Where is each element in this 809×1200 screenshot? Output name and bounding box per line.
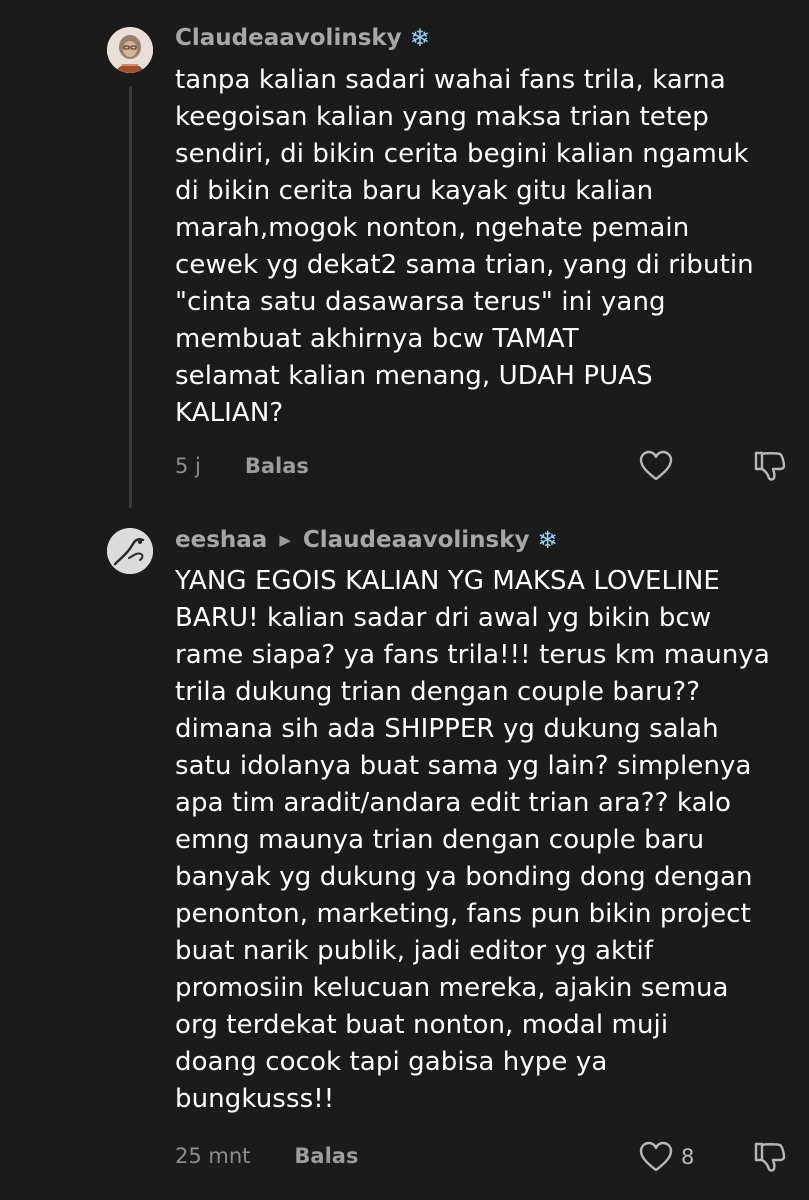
snowflake-icon: ❄: [537, 526, 558, 554]
snowflake-icon: ❄: [409, 24, 430, 52]
heart-icon: [639, 450, 673, 481]
reply-button[interactable]: Balas: [245, 454, 309, 478]
avatar[interactable]: [107, 528, 153, 574]
avatar-illustration: [107, 27, 153, 73]
thumbs-down-icon: [754, 1142, 786, 1172]
dislike-button[interactable]: [753, 1140, 787, 1178]
comment-text: tanpa kalian sadari wahai fans trila, ka…: [175, 65, 754, 428]
like-button[interactable]: [639, 450, 681, 482]
comment-header: eeshaa ▶ Claudeaavolinsky ❄: [175, 524, 558, 556]
like-count: 8: [681, 1145, 695, 1169]
dislike-button[interactable]: [753, 449, 787, 487]
timestamp: 5 j: [175, 454, 201, 478]
thumbs-down-icon: [754, 451, 786, 481]
heart-icon: [639, 1141, 673, 1172]
comment-text: YANG EGOIS KALIAN YG MAKSA LOVELINE BARU…: [175, 566, 770, 1114]
like-button[interactable]: 8: [639, 1141, 694, 1173]
avatar[interactable]: [107, 27, 153, 73]
reply-to-username[interactable]: Claudeaavolinsky: [303, 527, 530, 553]
username[interactable]: eeshaa: [175, 527, 267, 553]
comment-meta: 5 j Balas: [175, 446, 809, 486]
reply-arrow-icon: ▶: [279, 531, 291, 549]
comment-meta: 25 mnt Balas: [175, 1136, 809, 1176]
avatar-illustration: [107, 528, 153, 574]
username[interactable]: Claudeaavolinsky: [175, 25, 402, 51]
comment-header: Claudeaavolinsky ❄: [175, 22, 430, 54]
reply-thread-line: [129, 86, 132, 508]
reply-button[interactable]: Balas: [294, 1144, 358, 1168]
timestamp: 25 mnt: [175, 1144, 251, 1168]
